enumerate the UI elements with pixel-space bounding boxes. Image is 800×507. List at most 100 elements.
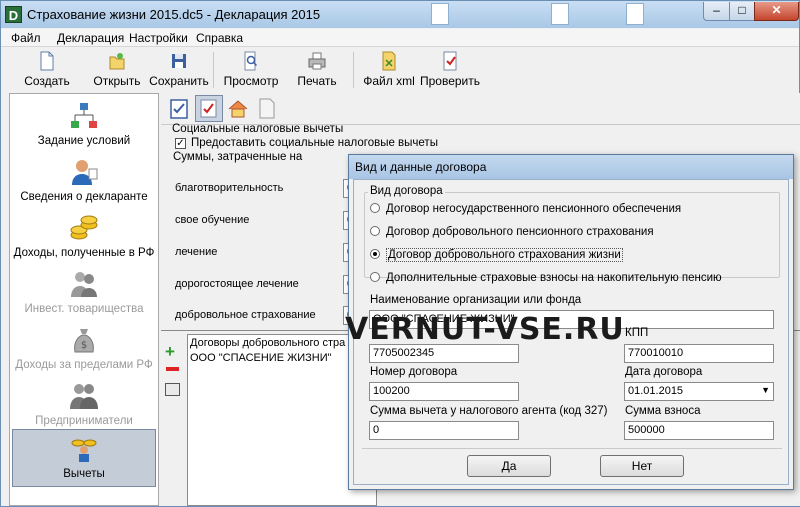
desktop-file-icon bbox=[431, 3, 449, 25]
radio-button-selected[interactable] bbox=[370, 249, 380, 259]
menu-file[interactable]: Файл bbox=[11, 31, 41, 45]
create-button[interactable]: Создать bbox=[21, 49, 73, 91]
dialog-title: Вид и данные договора bbox=[355, 160, 487, 174]
title-bar[interactable]: D Страхование жизни 2015.dc5 - Деклараци… bbox=[1, 1, 799, 28]
radio-button[interactable] bbox=[370, 272, 380, 282]
window-title: Страхование жизни 2015.dc5 - Декларация … bbox=[27, 7, 321, 22]
sidebar-item-declarant[interactable]: Сведения о декларанте bbox=[12, 153, 156, 208]
radio-button[interactable] bbox=[370, 226, 380, 236]
radio-option-pension-provision[interactable]: Договор негосударственного пенсионного о… bbox=[370, 203, 681, 215]
toolbar: Создать Открыть Сохранить Просмотр Печат… bbox=[9, 49, 799, 91]
watermark: VERNUT-VSE.RU bbox=[345, 312, 625, 347]
sidebar-item-label: Доходы за пределами РФ bbox=[15, 359, 153, 371]
contracts-list-header: Договоры добровольного стра bbox=[190, 337, 346, 349]
money-bag-icon: $ bbox=[74, 329, 94, 353]
save-button[interactable]: Сохранить bbox=[149, 49, 209, 91]
list-item[interactable]: ООО "СПАСЕНИЕ ЖИЗНИ" bbox=[190, 352, 332, 364]
social-deductions-checkbox[interactable]: ✓ bbox=[175, 138, 186, 149]
print-button[interactable]: Печать bbox=[289, 49, 345, 91]
radio-label: Договор добровольного страхования жизни bbox=[386, 248, 623, 262]
svg-text:$: $ bbox=[81, 340, 87, 351]
minimize-button[interactable]: – bbox=[703, 2, 730, 21]
tree-diagram-icon bbox=[71, 103, 97, 128]
radio-option-extra-contributions[interactable]: Дополнительные страховые взносы на накоп… bbox=[370, 272, 722, 284]
remove-contract-icon[interactable] bbox=[166, 367, 179, 371]
check-button[interactable]: Проверить bbox=[419, 49, 481, 91]
menu-settings[interactable]: Настройки bbox=[129, 31, 188, 45]
voluntary-insurance-label: добровольное страхование bbox=[175, 309, 316, 321]
dialog-separator bbox=[362, 448, 782, 449]
sidebar-item-label: Сведения о декларанте bbox=[20, 191, 148, 203]
coins-icon bbox=[70, 215, 98, 240]
social-checkbox-label: Предоставить социальные налоговые вычеты bbox=[191, 137, 438, 149]
fee-amount-label: Сумма взноса bbox=[625, 405, 701, 417]
people-icon bbox=[71, 272, 97, 297]
sidebar-item-income-abroad[interactable]: $ Доходы за пределами РФ bbox=[12, 321, 156, 376]
new-document-icon bbox=[40, 51, 54, 71]
treatment-label: лечение bbox=[175, 246, 218, 258]
preview-magnifier-icon bbox=[244, 51, 258, 71]
maximize-button[interactable]: □ bbox=[729, 2, 755, 21]
tab-standard-deductions[interactable] bbox=[166, 95, 194, 122]
open-label: Открыть bbox=[93, 74, 141, 88]
sidebar-item-label: Предприниматели bbox=[35, 415, 133, 427]
deduction-amount-label: Сумма вычета у налогового агента (код 32… bbox=[370, 405, 608, 417]
radio-label: Договор добровольного пенсионного страхо… bbox=[386, 226, 654, 238]
yes-button[interactable]: Да bbox=[467, 455, 551, 477]
xml-file-label: Файл xml bbox=[363, 74, 415, 88]
sidebar-item-invest[interactable]: Инвест. товарищества bbox=[12, 265, 156, 320]
radio-label: Договор негосударственного пенсионного о… bbox=[386, 203, 682, 215]
create-label: Создать bbox=[24, 74, 70, 88]
sidebar-item-income-rf[interactable]: Доходы, полученные в РФ bbox=[12, 209, 156, 264]
house-icon bbox=[228, 100, 248, 118]
sidebar-item-label: Вычеты bbox=[63, 468, 105, 480]
document-icon bbox=[259, 98, 275, 119]
no-button[interactable]: Нет bbox=[600, 455, 684, 477]
sidebar: Задание условий Сведения о декларанте До… bbox=[9, 93, 159, 506]
kpp-input[interactable]: 770010010 bbox=[624, 344, 774, 363]
app-logo-icon: D bbox=[5, 6, 22, 23]
radio-option-pension-insurance[interactable]: Договор добровольного пенсионного страхо… bbox=[370, 226, 654, 238]
desktop-file-icon bbox=[626, 3, 644, 25]
floppy-disk-icon bbox=[172, 54, 186, 68]
close-button[interactable]: ✕ bbox=[754, 2, 799, 21]
sidebar-item-label: Задание условий bbox=[37, 135, 131, 147]
dialog-title-bar[interactable]: Вид и данные договора bbox=[349, 155, 793, 179]
chevron-down-icon[interactable]: ▼ bbox=[761, 385, 770, 395]
menu-bar: Файл Декларация Настройки Справка bbox=[1, 29, 799, 47]
tab-property-deductions[interactable] bbox=[224, 95, 252, 122]
contract-number-input[interactable]: 100200 bbox=[369, 382, 519, 401]
open-button[interactable]: Открыть bbox=[89, 49, 145, 91]
education-label: свое обучение bbox=[175, 214, 250, 226]
radio-label: Дополнительные страховые взносы на накоп… bbox=[386, 272, 722, 284]
sidebar-item-entrepreneurs[interactable]: Предприниматели bbox=[12, 377, 156, 432]
sums-group-title: Суммы, затраченные на bbox=[173, 151, 303, 163]
add-contract-icon[interactable]: + bbox=[165, 343, 181, 360]
sidebar-item-deductions[interactable]: Вычеты bbox=[12, 429, 156, 487]
businessmen-icon bbox=[70, 384, 98, 409]
contract-type-title: Вид договора bbox=[368, 185, 445, 197]
background-desktop-icons bbox=[371, 1, 691, 28]
desktop-file-icon bbox=[551, 3, 569, 25]
person-icon bbox=[72, 160, 98, 185]
tab-securities-deductions[interactable] bbox=[253, 95, 281, 122]
menu-help[interactable]: Справка bbox=[196, 31, 243, 45]
check-label: Проверить bbox=[419, 74, 480, 88]
tab-social-deductions[interactable] bbox=[195, 95, 223, 122]
radio-option-life-insurance[interactable]: Договор добровольного страхования жизни bbox=[370, 248, 623, 262]
contract-date-select[interactable]: 01.01.2015 ▼ bbox=[624, 382, 774, 401]
charity-label: благотворительность bbox=[175, 182, 284, 194]
deduction-tabs bbox=[164, 95, 364, 123]
contract-number-label: Номер договора bbox=[370, 366, 458, 378]
edit-contract-icon[interactable] bbox=[165, 383, 180, 396]
preview-button[interactable]: Просмотр bbox=[221, 49, 281, 91]
open-folder-icon bbox=[109, 53, 125, 70]
xml-file-button[interactable]: Файл xml bbox=[361, 49, 417, 91]
radio-button[interactable] bbox=[370, 203, 380, 213]
deduction-amount-input[interactable]: 0 bbox=[369, 421, 519, 440]
sidebar-item-conditions[interactable]: Задание условий bbox=[12, 97, 156, 152]
fee-amount-input[interactable]: 500000 bbox=[624, 421, 774, 440]
menu-declaration[interactable]: Декларация bbox=[57, 31, 124, 45]
contract-date-label: Дата договора bbox=[625, 366, 703, 378]
xml-file-icon bbox=[382, 51, 396, 71]
